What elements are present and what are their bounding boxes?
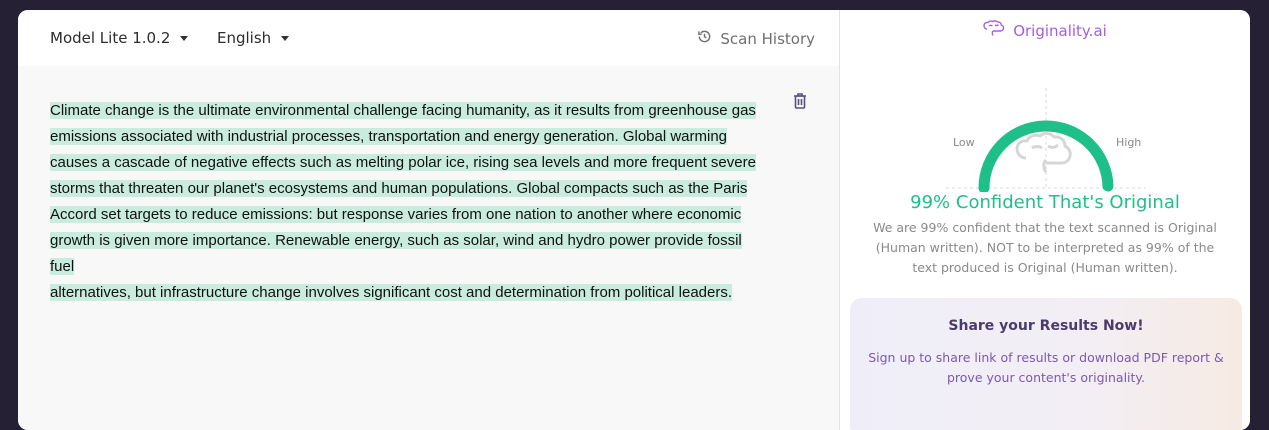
share-title: Share your Results Now! bbox=[948, 318, 1144, 334]
confidence-gauge bbox=[946, 88, 1146, 192]
brand-logo[interactable]: Originality.ai bbox=[840, 20, 1250, 42]
text-line: alternatives, but infrastructure change … bbox=[50, 284, 733, 301]
chevron-down-icon bbox=[180, 35, 189, 41]
toolbar: Model Lite 1.0.2 English Scan History bbox=[18, 10, 839, 66]
language-label: English bbox=[217, 29, 272, 47]
share-results-card: Share your Results Now! Sign up to share… bbox=[850, 298, 1242, 430]
chevron-down-icon bbox=[281, 35, 290, 41]
scan-history-label: Scan History bbox=[720, 29, 815, 48]
brain-icon bbox=[1015, 132, 1072, 173]
confidence-heading: 99% Confident That's Original bbox=[910, 192, 1180, 213]
text-line: storms that threaten our planet's ecosys… bbox=[50, 180, 748, 197]
history-icon bbox=[697, 29, 712, 48]
confidence-description: We are 99% confident that the text scann… bbox=[873, 220, 1217, 275]
results-panel: Originality.ai Low High 99% Confident Th… bbox=[840, 10, 1250, 430]
text-line: Climate change is the ultimate environme… bbox=[50, 102, 756, 119]
text-line: emissions associated with industrial pro… bbox=[50, 128, 728, 145]
share-description: Sign up to share link of results or down… bbox=[868, 350, 1224, 385]
model-label: Model Lite 1.0.2 bbox=[50, 29, 171, 47]
model-dropdown[interactable]: Model Lite 1.0.2 bbox=[50, 29, 189, 47]
main-card: Model Lite 1.0.2 English Scan History Cl… bbox=[18, 10, 1250, 430]
brain-icon bbox=[983, 20, 1005, 42]
brand-name: Originality.ai bbox=[1013, 22, 1107, 40]
scanned-text[interactable]: Climate change is the ultimate environme… bbox=[50, 98, 770, 306]
text-line: Accord set targets to reduce emissions: … bbox=[50, 206, 742, 223]
trash-icon[interactable] bbox=[792, 92, 808, 110]
text-line: growth is given more importance. Renewab… bbox=[50, 232, 742, 275]
editor-panel: Model Lite 1.0.2 English Scan History Cl… bbox=[18, 10, 839, 430]
language-dropdown[interactable]: English bbox=[217, 29, 290, 47]
scan-history-button[interactable]: Scan History bbox=[697, 29, 815, 48]
text-line: causes a cascade of negative effects suc… bbox=[50, 154, 756, 171]
